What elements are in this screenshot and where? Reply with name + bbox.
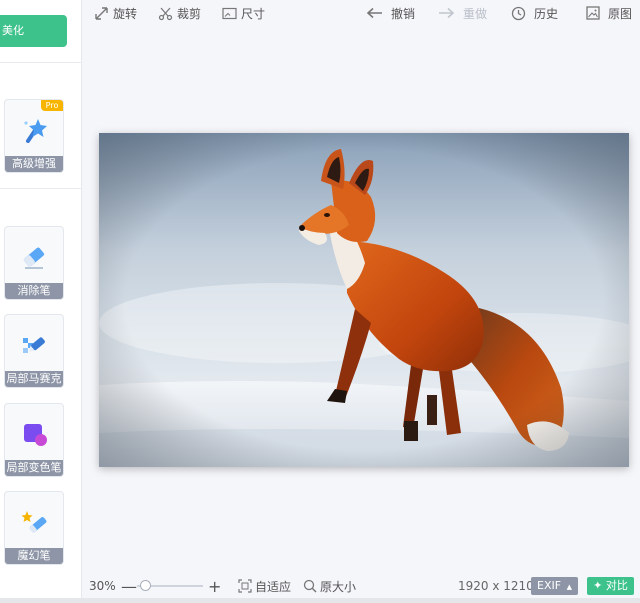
- size-label: 尺寸: [241, 6, 266, 21]
- crop-label: 裁剪: [177, 6, 202, 21]
- compare-label: 对比: [605, 579, 628, 592]
- crop-button[interactable]: 裁剪: [158, 4, 201, 22]
- fit-icon: [238, 579, 252, 593]
- sidebar-divider: [0, 62, 82, 63]
- magic-pen-icon: [5, 500, 63, 544]
- tool-eraser-pen[interactable]: 消除笔: [4, 226, 64, 300]
- sidebar-divider: [0, 188, 82, 189]
- undo-button[interactable]: 撤销: [366, 4, 415, 22]
- zoom-icon: [303, 579, 317, 593]
- color-change-icon: [5, 412, 63, 456]
- undo-label: 撤销: [391, 6, 416, 21]
- compare-icon: ✦: [593, 579, 603, 592]
- original-image-button[interactable]: 原图: [586, 4, 632, 22]
- exif-label: EXIF: [537, 579, 562, 592]
- tool-color-change-pen[interactable]: 局部变色笔: [4, 403, 64, 477]
- redo-label: 重做: [463, 6, 488, 21]
- tool-advanced-enhance[interactable]: Pro 高级增强: [4, 99, 64, 173]
- undo-icon: [366, 7, 382, 19]
- editing-canvas-image[interactable]: [99, 133, 629, 467]
- history-button[interactable]: 历史: [511, 4, 558, 22]
- zoom-in-button[interactable]: +: [208, 577, 221, 596]
- original-image-label: 原图: [608, 6, 633, 21]
- magic-star-icon: [5, 108, 63, 152]
- tool-magic-pen[interactable]: 魔幻笔: [4, 491, 64, 565]
- zoom-percentage: 30%: [89, 579, 116, 593]
- bottom-edge-strip: [0, 598, 640, 603]
- crop-icon: [158, 7, 173, 20]
- mosaic-pen-icon: [5, 323, 63, 367]
- left-sidebar: 美化 Pro 高级增强 消除笔 局部马赛克 局部变色笔 魔幻笔: [0, 0, 82, 603]
- fit-label: 自适应: [255, 579, 292, 594]
- zoom-out-button[interactable]: —: [121, 577, 137, 596]
- tool-label: 消除笔: [5, 283, 63, 299]
- original-image-icon: [586, 6, 600, 20]
- tool-label: 魔幻笔: [5, 548, 63, 564]
- fox-photo: [99, 133, 629, 467]
- eraser-icon: [5, 235, 63, 279]
- caret-up-icon: ▲: [566, 583, 572, 591]
- fit-to-screen-button[interactable]: 自适应: [238, 577, 291, 595]
- zoom-slider-thumb[interactable]: [140, 580, 151, 591]
- redo-button[interactable]: 重做: [438, 4, 487, 22]
- tool-label: 局部变色笔: [5, 460, 63, 476]
- tool-label: 高级增强: [5, 156, 63, 172]
- size-button[interactable]: 尺寸: [222, 4, 265, 22]
- image-dimensions: 1920 x 1210: [458, 579, 534, 593]
- rotate-label: 旋转: [113, 6, 138, 21]
- rotate-button[interactable]: 旋转: [94, 4, 137, 22]
- beautify-button[interactable]: 美化: [0, 15, 67, 47]
- rotate-icon: [95, 6, 108, 20]
- actual-size-label: 原大小: [320, 579, 357, 594]
- exif-button[interactable]: EXIF ▲: [531, 577, 578, 595]
- tool-label: 局部马赛克: [5, 371, 63, 387]
- actual-size-button[interactable]: 原大小: [303, 577, 356, 595]
- history-icon: [511, 6, 526, 20]
- history-label: 历史: [534, 6, 559, 21]
- tool-mosaic[interactable]: 局部马赛克: [4, 314, 64, 388]
- compare-button[interactable]: ✦ 对比: [587, 577, 634, 595]
- redo-icon: [439, 7, 455, 19]
- size-icon: [222, 7, 237, 19]
